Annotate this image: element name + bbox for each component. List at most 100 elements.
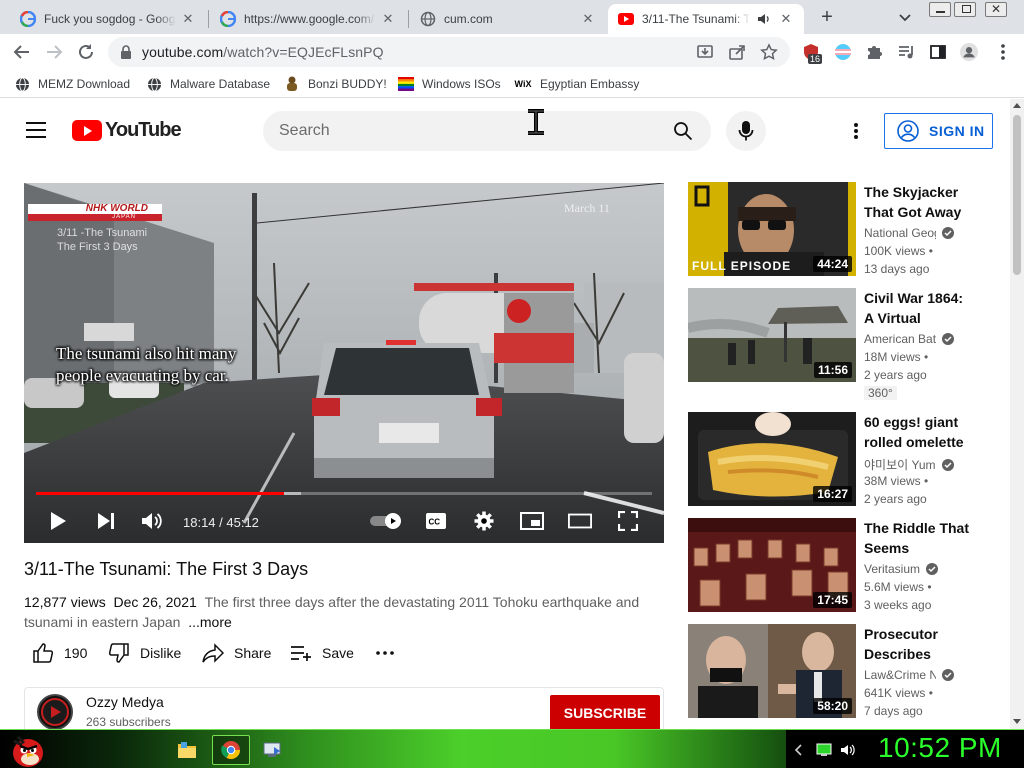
close-tab-icon[interactable]: ✕ (580, 11, 596, 27)
bookmark-item[interactable]: WiX Egyptian Embassy (514, 76, 640, 92)
fullscreen-icon[interactable] (616, 509, 640, 533)
browser-tab[interactable]: Fuck you sogdog - Google ✕ (10, 4, 206, 34)
sign-in-button[interactable]: SIGN IN (884, 113, 993, 149)
browser-tab[interactable]: cum.com ✕ (410, 4, 606, 34)
pride-extension-icon[interactable] (834, 43, 852, 61)
save-button[interactable]: Save (290, 641, 354, 665)
next-video-icon[interactable] (94, 509, 118, 533)
youtube-logo[interactable]: YouTube (72, 119, 182, 142)
puzzle-extensions-icon[interactable] (865, 43, 883, 61)
verified-check-icon (942, 669, 954, 681)
recommended-title[interactable]: 60 eggs! giant rolled omelette (864, 412, 974, 452)
file-explorer-icon[interactable] (168, 735, 206, 765)
recommended-channel[interactable]: American Battlefield Trust (864, 332, 954, 346)
recommended-title[interactable]: The Skyjacker That Got Away (864, 182, 974, 222)
microphone-icon[interactable] (726, 111, 766, 151)
recommended-video[interactable]: 58:20 Prosecutor Describes Murder Law&Cr… (688, 624, 998, 720)
show-more-link[interactable]: ...more (188, 614, 232, 630)
page-scrollbar[interactable] (1010, 99, 1024, 729)
bookmark-item[interactable]: Bonzi BUDDY! (284, 76, 387, 92)
video-duration: 44:24 (813, 256, 852, 272)
globe-icon (420, 11, 436, 27)
scrollbar-thumb[interactable] (1013, 115, 1021, 275)
video-thumbnail[interactable]: 16:27 (688, 412, 856, 506)
bookmark-item[interactable]: Windows ISOs (398, 76, 501, 92)
recommended-channel[interactable]: Law&Crime Network (864, 668, 954, 682)
share-button[interactable]: Share (202, 641, 271, 665)
network-icon[interactable] (816, 742, 832, 758)
install-app-icon[interactable] (696, 43, 714, 61)
autoplay-toggle[interactable] (368, 509, 404, 533)
more-actions-icon[interactable] (376, 641, 394, 665)
settings-gear-icon[interactable] (472, 509, 496, 533)
lock-icon[interactable] (120, 45, 132, 64)
browser-tab[interactable]: https://www.google.com/ ✕ (210, 4, 406, 34)
chevron-down-icon[interactable] (896, 8, 914, 26)
recommended-title[interactable]: Civil War 1864: A Virtual Battlefield (864, 288, 974, 328)
progress-bar[interactable] (36, 492, 652, 495)
reload-icon[interactable] (74, 40, 98, 64)
video-overlay-date: March 11 (564, 201, 610, 215)
bookmark-star-icon[interactable] (760, 43, 778, 61)
minimize-button[interactable] (929, 2, 951, 17)
share-icon[interactable] (728, 43, 746, 61)
recommended-video[interactable]: FULL EPISODE 44:24 The Skyjacker That Go… (688, 182, 998, 278)
close-tab-icon[interactable]: ✕ (778, 11, 794, 27)
video-description[interactable]: 12,877 views Dec 26, 2021 The first thre… (24, 592, 644, 632)
close-tab-icon[interactable]: ✕ (380, 11, 396, 27)
like-button[interactable]: 190 (32, 641, 87, 665)
channel-avatar[interactable] (37, 694, 73, 729)
theater-mode-icon[interactable] (568, 509, 592, 533)
recommended-video[interactable]: 11:56 Civil War 1864: A Virtual Battlefi… (688, 288, 998, 400)
back-arrow-icon[interactable] (10, 40, 34, 64)
scroll-up-icon[interactable] (1013, 103, 1021, 108)
recommended-video[interactable]: 16:27 60 eggs! giant rolled omelette 야미보… (688, 412, 998, 508)
scroll-down-icon[interactable] (1013, 719, 1021, 724)
recommended-channel[interactable]: Veritasium (864, 562, 939, 576)
show-hidden-icons-chevron-icon[interactable] (791, 742, 807, 758)
new-tab-button[interactable]: + (816, 6, 838, 28)
play-icon[interactable] (46, 509, 70, 533)
thumbs-up-icon (32, 642, 54, 664)
recommended-video[interactable]: 17:45 The Riddle That Seems Impossible V… (688, 518, 998, 614)
video-thumbnail[interactable]: 17:45 (688, 518, 856, 612)
video-thumbnail[interactable]: 11:56 (688, 288, 856, 382)
volume-speaker-icon[interactable] (840, 742, 856, 758)
bookmark-item[interactable]: Malware Database (146, 76, 270, 92)
search-box[interactable] (263, 111, 711, 151)
recommended-title[interactable]: The Riddle That Seems Impossible (864, 518, 974, 558)
dislike-button[interactable]: Dislike (108, 641, 181, 665)
volume-icon[interactable] (140, 509, 164, 533)
profile-avatar-icon[interactable] (960, 43, 978, 61)
browser-tab-active[interactable]: 3/11-The Tsunami: The First 3 Days ✕ (608, 4, 804, 34)
video-thumbnail[interactable]: FULL EPISODE 44:24 (688, 182, 856, 276)
recommended-channel[interactable]: National Geographic (864, 226, 954, 240)
address-bar[interactable]: youtube.com/watch?v=EQJEcFLsnPQ (108, 37, 790, 67)
remote-desktop-icon[interactable] (254, 735, 292, 765)
recommended-title[interactable]: Prosecutor Describes Murder (864, 624, 974, 664)
subscribe-button[interactable]: SUBSCRIBE (550, 695, 660, 729)
search-icon[interactable] (673, 121, 693, 146)
browser-menu-icon[interactable] (994, 43, 1012, 61)
subtitles-icon[interactable]: CC (424, 509, 448, 533)
audio-playing-icon[interactable] (756, 11, 772, 27)
menu-icon[interactable] (26, 122, 46, 138)
maximize-button[interactable] (954, 2, 976, 17)
taskbar-clock[interactable]: 10:52 PM (878, 732, 1002, 764)
miniplayer-icon[interactable] (520, 509, 544, 533)
video-player[interactable]: NHK WORLD JAPAN 3/11 -The Tsunami The Fi… (24, 183, 664, 543)
media-controls-icon[interactable] (897, 43, 915, 61)
chrome-icon[interactable] (212, 735, 250, 765)
close-window-button[interactable]: ✕ (985, 2, 1007, 17)
close-tab-icon[interactable]: ✕ (180, 11, 196, 27)
channel-name[interactable]: Ozzy Medya (86, 694, 164, 710)
search-input[interactable] (279, 120, 659, 142)
video-thumbnail[interactable]: 58:20 (688, 624, 856, 718)
forward-arrow-icon[interactable] (42, 40, 66, 64)
save-label: Save (322, 645, 354, 661)
side-panel-icon[interactable] (929, 43, 947, 61)
recommended-channel[interactable]: 야미보이 Yummyboy (864, 456, 954, 473)
settings-menu-icon[interactable] (846, 121, 866, 141)
start-button[interactable] (8, 731, 46, 768)
bookmark-item[interactable]: MEMZ Download (14, 76, 130, 92)
